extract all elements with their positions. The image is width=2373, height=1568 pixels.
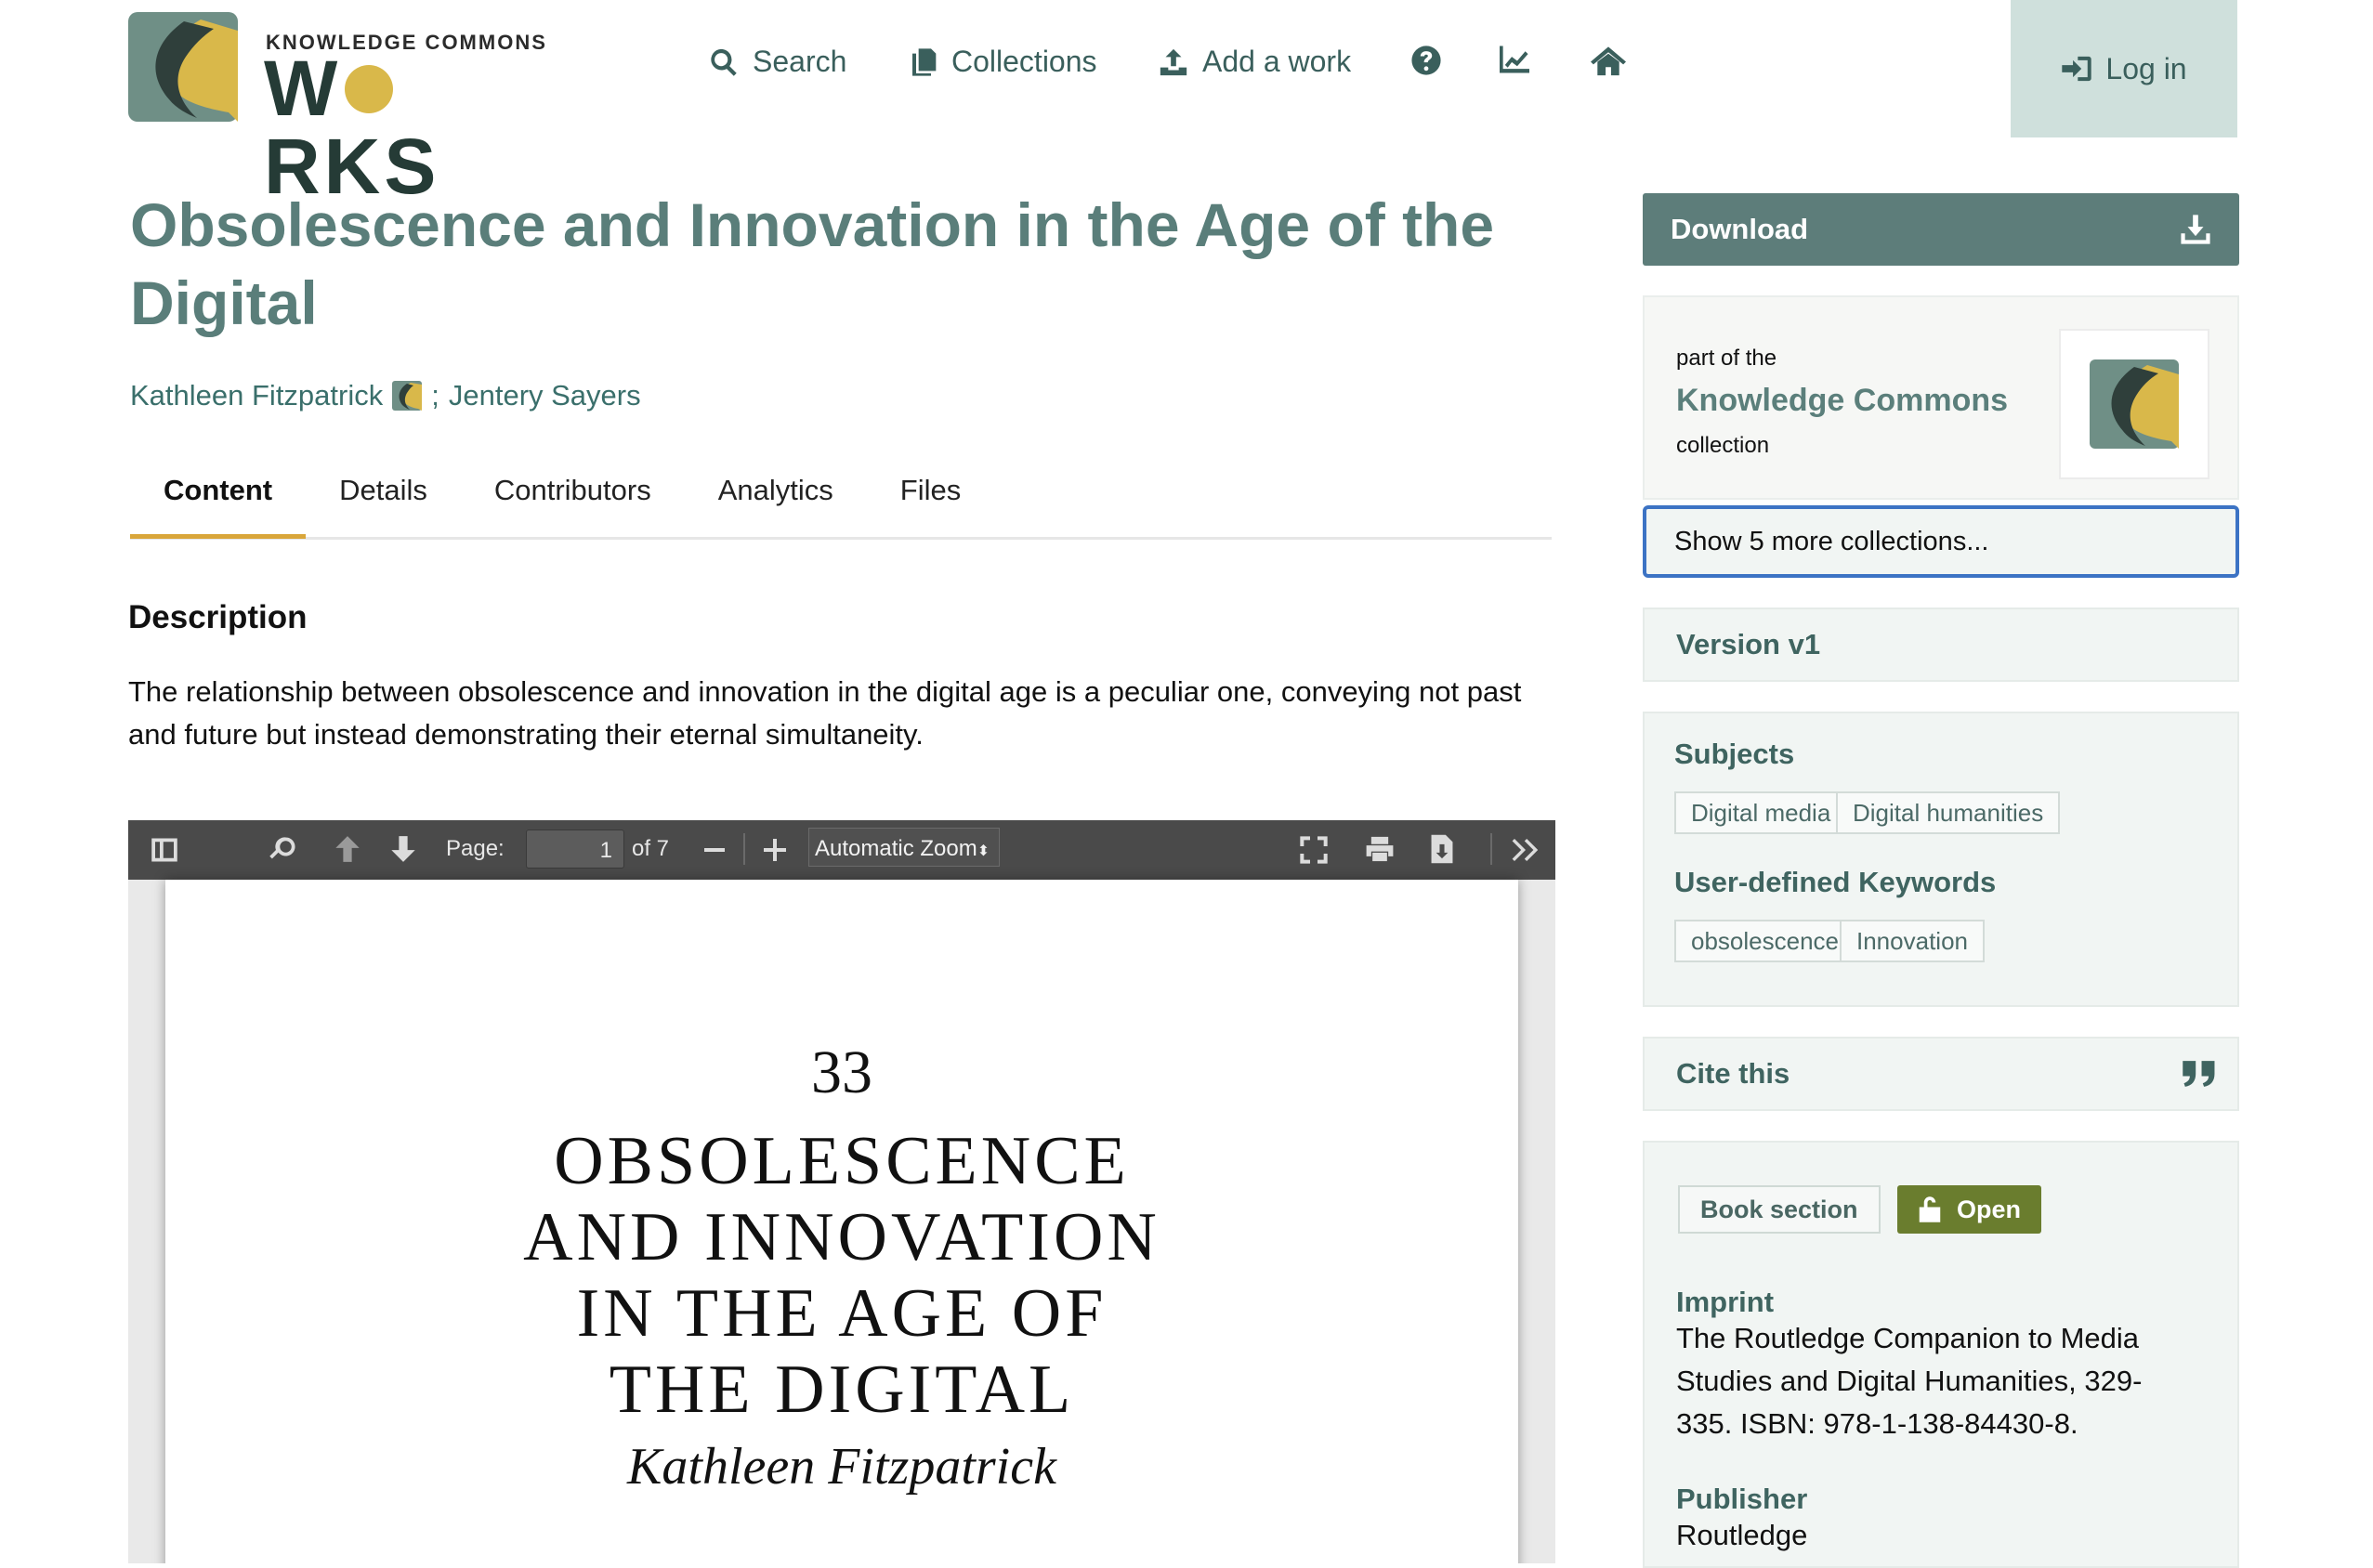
collection-name[interactable]: Knowledge Commons <box>1676 383 2008 419</box>
presentation-mode-icon[interactable] <box>1299 835 1329 865</box>
pdf-page-count: of 7 <box>632 836 670 861</box>
tab-contributors[interactable]: Contributors <box>461 464 685 526</box>
pdf-page: 33 OBSOLESCENCE AND INNOVATION IN THE AG… <box>165 880 1518 1563</box>
download-button[interactable]: Download <box>1643 193 2239 266</box>
pdf-title-line: OBSOLESCENCE <box>554 1123 1130 1199</box>
unlock-icon <box>1919 1196 1941 1222</box>
subject-tag[interactable]: Digital humanities <box>1836 791 2061 834</box>
tab-files[interactable]: Files <box>867 464 994 526</box>
logo-letter-w: W <box>264 45 342 132</box>
pdf-title-line: THE DIGITAL <box>609 1352 1075 1428</box>
nav-help[interactable] <box>1410 45 1442 76</box>
collection-suffix: collection <box>1676 433 1770 458</box>
login-button[interactable]: Log in <box>2011 0 2237 137</box>
search-icon <box>711 48 737 76</box>
pdf-toolbar: Page: 1 of 7 Automatic Zoom⬍ <box>128 820 1555 880</box>
home-icon <box>1591 46 1626 76</box>
pdf-viewer[interactable]: Page: 1 of 7 Automatic Zoom⬍ 33 OBSOLESC… <box>128 820 1555 1563</box>
description-heading: Description <box>128 599 308 635</box>
subjects-heading: Subjects <box>1674 738 1795 770</box>
collections-icon <box>912 47 937 76</box>
author-link-fitzpatrick[interactable]: Kathleen Fitzpatrick <box>130 379 383 412</box>
tools-menu-icon[interactable] <box>1511 839 1540 861</box>
cite-panel[interactable]: Cite this <box>1643 1037 2239 1111</box>
nav-collections-label: Collections <box>951 45 1097 78</box>
sidebar-toggle-icon[interactable] <box>151 837 178 863</box>
zoom-select[interactable]: Automatic Zoom⬍ <box>808 828 1000 867</box>
kc-profile-icon[interactable] <box>392 381 423 411</box>
download-icon <box>2181 215 2210 244</box>
version-panel[interactable]: Version v1 <box>1643 608 2239 682</box>
site-logo[interactable]: KNOWLEDGE COMMONS WRKS <box>128 12 556 205</box>
author-list: Kathleen Fitzpatrick ; Jentery Sayers <box>130 379 641 412</box>
toolbar-divider-right <box>1490 833 1492 865</box>
pdf-page-input[interactable]: 1 <box>526 830 624 869</box>
login-label: Log in <box>2105 51 2187 85</box>
nav-search[interactable]: Search <box>708 45 846 79</box>
imprint-value: The Routledge Companion to Media Studies… <box>1676 1322 2143 1440</box>
pdf-page-label: Page: <box>446 836 505 861</box>
nav-add-work-label: Add a work <box>1202 45 1352 78</box>
publisher-value: Routledge <box>1676 1519 1808 1551</box>
metadata-panel: Book section Open Imprint The Routledge … <box>1643 1141 2239 1568</box>
logo-big-text: WRKS <box>264 49 556 205</box>
nav-add-work[interactable]: Add a work <box>1158 45 1351 79</box>
sign-in-icon <box>2062 56 2092 82</box>
zoom-out-icon[interactable] <box>704 848 725 854</box>
access-status-label: Open <box>1957 1195 2022 1223</box>
nav-collections[interactable]: Collections <box>909 45 1097 79</box>
author-separator: ; <box>431 379 439 412</box>
find-icon[interactable] <box>269 835 297 863</box>
tab-content[interactable]: Content <box>130 464 307 539</box>
show-more-collections-button[interactable]: Show 5 more collections... <box>1643 505 2239 578</box>
tab-analytics[interactable]: Analytics <box>685 464 867 526</box>
collection-logo[interactable] <box>2059 329 2209 479</box>
nav-search-label: Search <box>753 45 847 78</box>
zoom-select-value: Automatic Zoom <box>815 836 977 861</box>
resource-type-badge: Book section <box>1678 1185 1881 1234</box>
pdf-page-number: 33 <box>811 1039 872 1106</box>
page-title: Obsolescence and Innovation in the Age o… <box>130 190 1495 337</box>
next-page-icon[interactable] <box>390 835 416 863</box>
quote-icon <box>2183 1061 2215 1087</box>
help-icon <box>1411 46 1441 75</box>
keyword-tag[interactable]: obsolescence <box>1674 920 1855 962</box>
content-tabs: Content Details Contributors Analytics F… <box>130 464 1552 540</box>
subjects-panel: Subjects Digital media Digital humanitie… <box>1643 712 2239 1007</box>
description-text: The relationship between obsolescence an… <box>128 675 1522 751</box>
author-link-sayers[interactable]: Jentery Sayers <box>449 379 641 412</box>
previous-page-icon[interactable] <box>334 835 361 863</box>
logo-mark-icon <box>128 12 238 122</box>
pdf-chapter-title: OBSOLESCENCE AND INNOVATION IN THE AGE O… <box>165 1123 1518 1428</box>
download-label: Download <box>1671 213 1809 245</box>
chart-line-icon <box>1500 46 1529 73</box>
upload-icon <box>1160 48 1187 75</box>
collection-card[interactable]: part of the Knowledge Commons collection <box>1643 295 2239 500</box>
nav-stats[interactable] <box>1498 45 1531 74</box>
keywords-heading: User-defined Keywords <box>1674 866 1997 898</box>
nav-home[interactable] <box>1591 45 1626 76</box>
knowledge-commons-logo-icon <box>2090 359 2179 449</box>
pdf-chapter-author: Kathleen Fitzpatrick <box>627 1438 1056 1496</box>
zoom-in-icon[interactable] <box>764 839 786 861</box>
toolbar-divider <box>743 833 745 865</box>
pdf-title-line: AND INNOVATION <box>523 1199 1160 1275</box>
pdf-title-line: IN THE AGE OF <box>576 1275 1108 1352</box>
publisher-heading: Publisher <box>1676 1483 1808 1515</box>
keyword-tag[interactable]: Innovation <box>1840 920 1985 962</box>
access-status-badge: Open <box>1897 1185 2042 1234</box>
tab-details[interactable]: Details <box>306 464 461 526</box>
imprint-heading: Imprint <box>1676 1286 1775 1318</box>
zoom-select-arrows-icon: ⬍ <box>977 843 990 859</box>
collection-prefix: part of the <box>1676 346 1777 371</box>
logo-o-dot <box>345 64 394 113</box>
cite-label: Cite this <box>1676 1057 1790 1090</box>
subject-tag[interactable]: Digital media <box>1674 791 1848 834</box>
pdf-download-icon[interactable] <box>1429 833 1455 865</box>
print-icon[interactable] <box>1364 835 1396 863</box>
